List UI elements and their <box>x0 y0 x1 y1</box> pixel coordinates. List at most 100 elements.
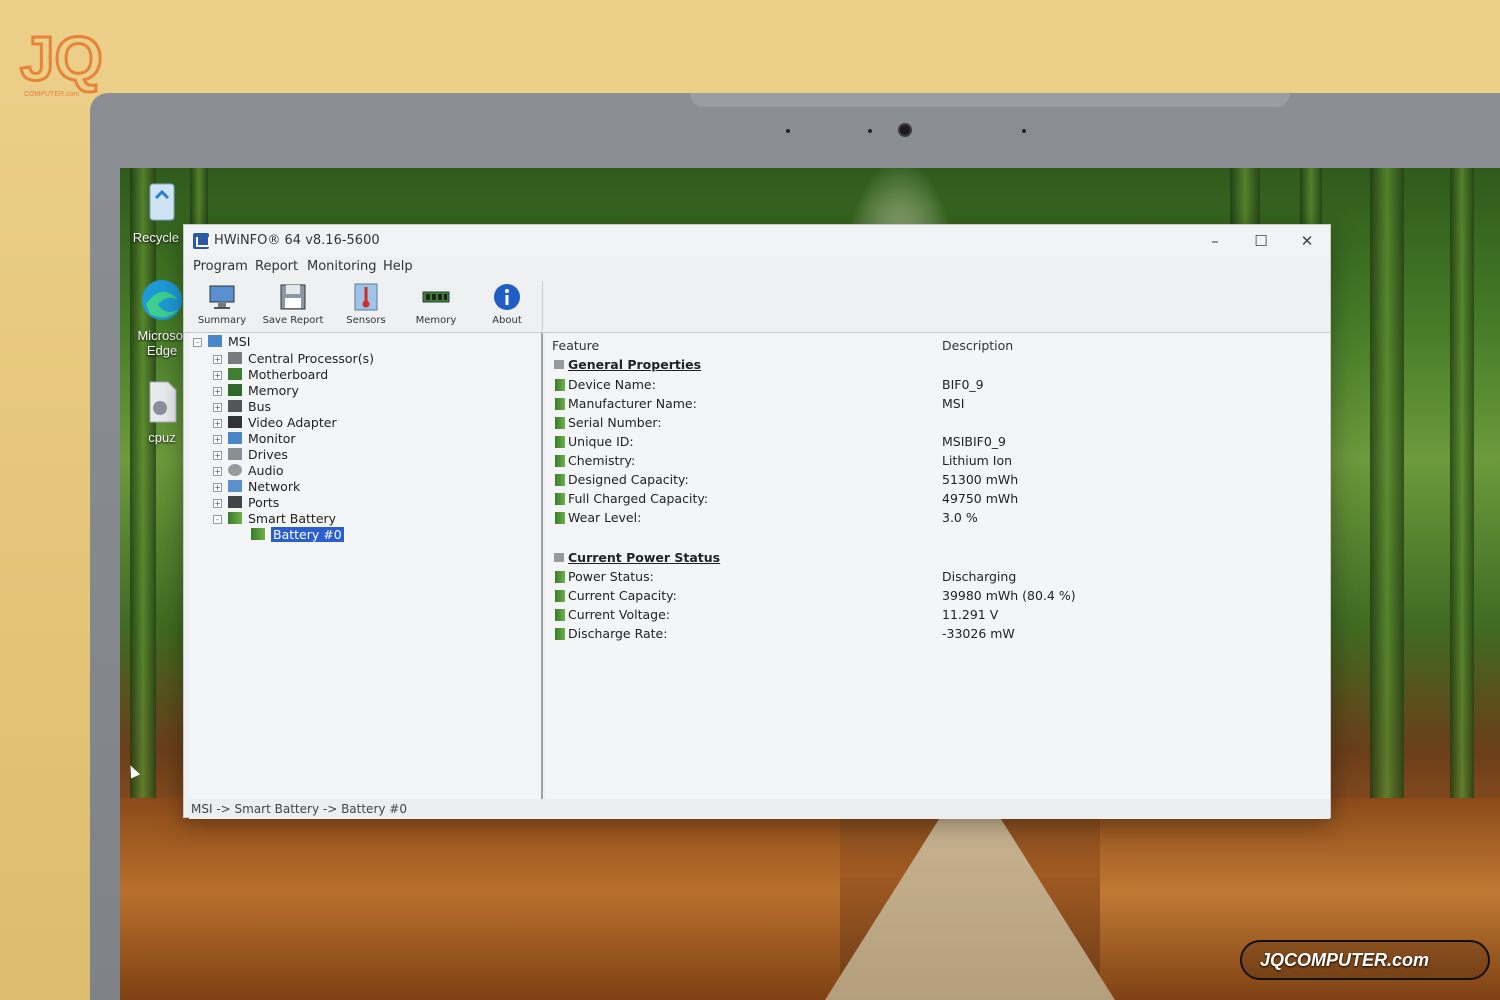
tree-item-label: Memory <box>248 383 299 398</box>
battery-icon <box>555 474 565 486</box>
section-icon <box>554 553 564 562</box>
expand-icon[interactable]: + <box>213 355 222 364</box>
tree-item-ports[interactable]: + Ports <box>213 495 279 511</box>
sensors-button[interactable]: Sensors <box>335 281 397 331</box>
feature-name: Discharge Rate: <box>568 626 668 641</box>
expand-icon[interactable]: + <box>213 403 222 412</box>
section-title-power-status: Current Power Status <box>568 550 721 565</box>
memory-button[interactable]: Memory <box>405 281 467 331</box>
feature-value: MSIBIF0_9 <box>942 434 1007 449</box>
device-tree: - MSI + Central Processor(s) + Motherboard … <box>189 333 543 799</box>
collapse-icon[interactable]: - <box>213 515 222 524</box>
expand-icon[interactable]: + <box>213 499 222 508</box>
thermometer-icon <box>351 282 381 312</box>
sensors-label: Sensors <box>346 315 386 326</box>
expand-icon[interactable]: + <box>213 483 222 492</box>
maximize-button[interactable]: ☐ <box>1246 230 1276 252</box>
column-header-description[interactable]: Description <box>942 338 1013 353</box>
battery-icon <box>555 379 565 391</box>
feature-row[interactable]: Serial Number: <box>546 414 1330 433</box>
tree-item-label: Audio <box>248 463 284 478</box>
feature-row[interactable]: Unique ID: MSIBIF0_9 <box>546 433 1330 452</box>
feature-row[interactable]: Manufacturer Name: MSI <box>546 395 1330 414</box>
about-button[interactable]: About <box>476 281 538 331</box>
collapse-icon[interactable]: - <box>193 338 202 347</box>
battery-icon <box>555 571 565 583</box>
menu-report[interactable]: Report <box>255 259 298 274</box>
tree-item-motherboard[interactable]: + Motherboard <box>213 367 328 383</box>
feature-row[interactable]: Current Capacity: 39980 mWh (80.4 %) <box>546 587 1330 606</box>
feature-name: Unique ID: <box>568 434 634 449</box>
svg-text:COMPUTER.com: COMPUTER.com <box>24 91 79 98</box>
menu-help[interactable]: Help <box>383 259 413 274</box>
title-bar[interactable]: HWiNFO® 64 v8.16-5600 – ☐ ✕ <box>184 225 1330 257</box>
edge-icon <box>138 276 186 324</box>
tree-item-video-adapter[interactable]: + Video Adapter <box>213 415 337 431</box>
tree-item-bus[interactable]: + Bus <box>213 399 271 415</box>
tree-root-msi[interactable]: - MSI <box>193 334 250 350</box>
battery-icon <box>555 590 565 602</box>
expand-icon[interactable]: + <box>213 451 222 460</box>
tree-item-drives[interactable]: + Drives <box>213 447 288 463</box>
tree-item-label: Central Processor(s) <box>248 351 374 366</box>
memory-label: Memory <box>415 315 457 326</box>
wallpaper-bamboo <box>1370 168 1404 818</box>
feature-row[interactable]: Chemistry: Lithium Ion <box>546 452 1330 471</box>
tree-item-audio[interactable]: + Audio <box>213 463 284 479</box>
tree-item-smart-battery[interactable]: - Smart Battery <box>213 511 336 527</box>
expand-icon[interactable]: + <box>213 387 222 396</box>
sensor-dot <box>786 129 790 133</box>
feature-row[interactable]: Power Status: Discharging <box>546 568 1330 587</box>
tree-item-label: Smart Battery <box>248 511 337 526</box>
cpu-icon <box>228 352 242 364</box>
battery-icon <box>555 455 565 467</box>
expand-icon[interactable]: + <box>213 467 222 476</box>
column-header-feature[interactable]: Feature <box>552 338 599 353</box>
expand-icon[interactable]: + <box>213 371 222 380</box>
speaker-icon <box>228 464 242 476</box>
tree-item-label: Drives <box>248 447 288 462</box>
feature-row[interactable]: Device Name: BIF0_9 <box>546 376 1330 395</box>
sensor-dot <box>1022 129 1026 133</box>
feature-value: 39980 mWh (80.4 %) <box>942 588 1076 603</box>
feature-row[interactable]: Discharge Rate: -33026 mW <box>546 625 1330 644</box>
menu-bar: Program Report Monitoring Help <box>184 257 1330 279</box>
tree-item-battery-0[interactable]: Battery #0 <box>251 527 344 543</box>
drive-icon <box>228 448 242 460</box>
watermark-badge: JQCOMPUTER.com <box>1240 940 1490 980</box>
minimize-button[interactable]: – <box>1200 230 1230 252</box>
battery-icon <box>228 512 242 524</box>
tree-item-memory[interactable]: + Memory <box>213 383 299 399</box>
monitor-icon <box>207 282 237 312</box>
expand-icon[interactable]: + <box>213 435 222 444</box>
feature-row[interactable]: Current Voltage: 11.291 V <box>546 606 1330 625</box>
feature-row[interactable]: Wear Level: 3.0 % <box>546 509 1330 528</box>
wallpaper-bamboo <box>130 168 156 818</box>
bezel-lid-edge <box>690 93 1290 107</box>
feature-value: 51300 mWh <box>942 472 1019 487</box>
hwinfo-window: HWiNFO® 64 v8.16-5600 – ☐ ✕ Program Repo… <box>183 224 1331 819</box>
tree-item-label: Battery #0 <box>271 527 344 542</box>
save-report-button[interactable]: Save Report <box>262 281 324 331</box>
window-title: HWiNFO® 64 v8.16-5600 <box>214 233 380 248</box>
webcam <box>898 123 912 137</box>
feature-name: Full Charged Capacity: <box>568 491 709 506</box>
battery-icon <box>555 512 565 524</box>
info-icon <box>492 282 522 312</box>
close-button[interactable]: ✕ <box>1292 230 1322 252</box>
feature-row[interactable]: Full Charged Capacity: 49750 mWh <box>546 490 1330 509</box>
feature-name: Wear Level: <box>568 510 642 525</box>
feature-row[interactable]: Designed Capacity: 51300 mWh <box>546 471 1330 490</box>
summary-button[interactable]: Summary <box>191 281 253 331</box>
tree-item-network[interactable]: + Network <box>213 479 300 495</box>
expand-icon[interactable]: + <box>213 419 222 428</box>
menu-monitoring[interactable]: Monitoring <box>307 259 377 274</box>
bus-icon <box>228 400 242 412</box>
feature-value: 11.291 V <box>942 607 999 622</box>
tree-item-label: Bus <box>248 399 272 414</box>
feature-value: Lithium Ion <box>942 453 1013 468</box>
menu-program[interactable]: Program <box>193 259 248 274</box>
motherboard-icon <box>228 368 242 380</box>
tree-item-central-processors[interactable]: + Central Processor(s) <box>213 351 374 367</box>
tree-item-monitor[interactable]: + Monitor <box>213 431 296 447</box>
